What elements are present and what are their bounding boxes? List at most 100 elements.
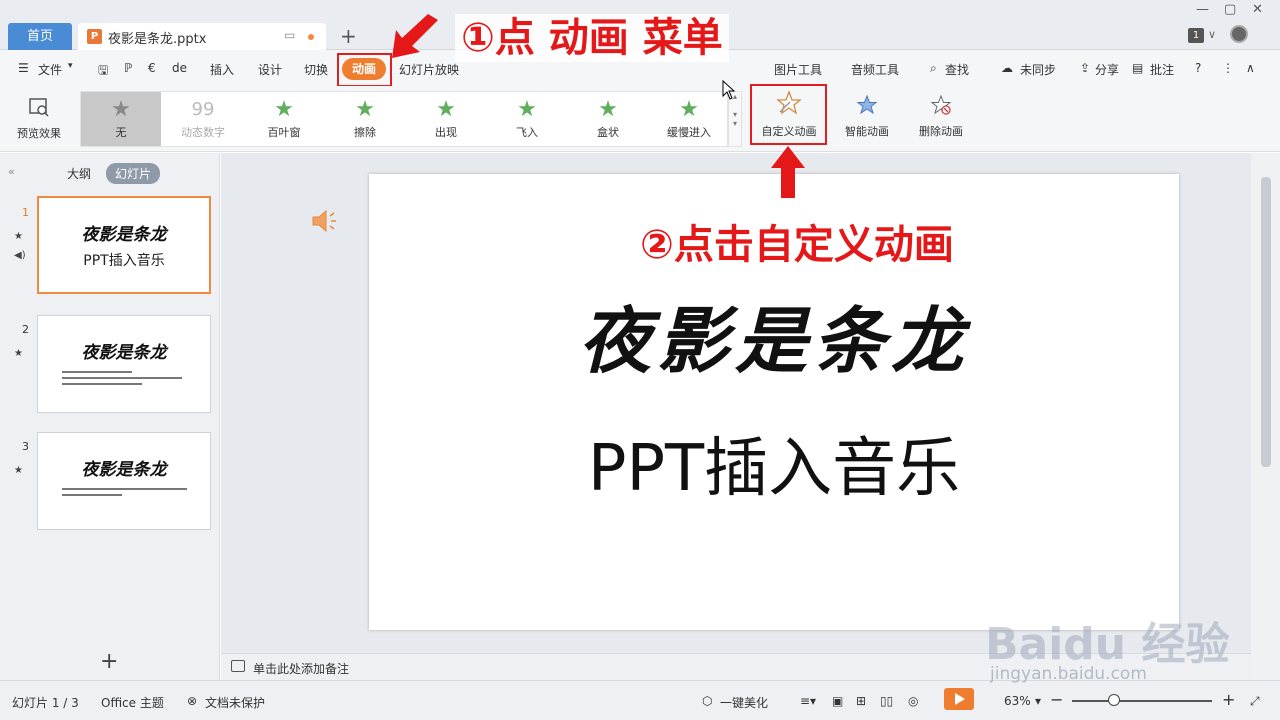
menu-de[interactable]: de [172, 61, 187, 75]
scrollbar-thumb[interactable] [1261, 177, 1271, 467]
gallery-item-box[interactable]: ★ 盒状 [568, 92, 648, 146]
zoom-out-button[interactable]: − [1050, 690, 1063, 709]
share-icon[interactable]: ⇪ [1080, 61, 1090, 75]
thumb-text-line [62, 377, 182, 379]
collapse-panel-icon[interactable]: « [8, 165, 15, 178]
theme-name[interactable]: Office 主题 [101, 694, 164, 711]
minimize-icon[interactable]: — [1196, 2, 1209, 17]
animation-star-icon: ★ [14, 465, 23, 476]
arrow-annotation-2 [771, 146, 805, 198]
animation-star-icon: ★ [14, 348, 23, 359]
thumb-title: 夜影是条龙 [81, 225, 167, 245]
chevron-down-icon[interactable]: ▾ [1035, 694, 1041, 708]
menu-slideshow[interactable]: 幻灯片放映 [399, 61, 459, 78]
more-icon[interactable]: ⋮ [1222, 61, 1234, 75]
gallery-label: 出现 [435, 126, 457, 139]
menu-transition[interactable]: 切换 [304, 61, 328, 78]
avatar[interactable] [1230, 25, 1248, 43]
maximize-icon[interactable]: ▢ [1224, 2, 1236, 17]
presenter-view-icon[interactable]: ◎ [908, 694, 918, 708]
close-icon[interactable]: ✕ [1252, 2, 1263, 17]
monitor-icon[interactable]: ▭ [284, 28, 295, 42]
cloud-sync-icon[interactable]: ☁ [1001, 61, 1013, 75]
menu-insert[interactable]: 插入 [210, 61, 234, 78]
zoom-level[interactable]: 63% [1004, 694, 1031, 708]
slide-thumbnail-1[interactable]: 夜影是条龙 PPT插入音乐 [37, 196, 211, 294]
tab-outline[interactable]: 大纲 [67, 165, 91, 182]
hamburger-icon[interactable]: ☰ [18, 61, 29, 75]
chevron-down-icon[interactable]: ▾ [68, 61, 73, 71]
menu-audio-tools[interactable]: 音频工具 [851, 61, 899, 78]
menu-file[interactable]: 文件 [38, 61, 62, 78]
zoom-slider[interactable] [1072, 700, 1212, 702]
format-painter-icon[interactable]: ℙ [124, 61, 132, 75]
delete-animation-icon [930, 94, 952, 115]
slide-thumbnail-2[interactable]: 夜影是条龙 [37, 315, 211, 413]
fit-window-icon[interactable]: ⤢ [1250, 694, 1260, 709]
thumb-subtitle: PPT插入音乐 [83, 253, 165, 269]
gallery-item-dynamic-number[interactable]: 99 动态数字 [163, 92, 243, 146]
preview-effect-button[interactable]: 预览效果 [10, 96, 68, 141]
arrow-annotation-1 [392, 14, 438, 58]
vertical-scrollbar[interactable] [1251, 153, 1280, 680]
delete-animation-label: 删除动画 [919, 125, 963, 138]
reading-view-icon[interactable]: ▯▯ [880, 694, 893, 708]
play-slideshow-button[interactable] [944, 688, 974, 710]
gallery-item-fly-in[interactable]: ★ 飞入 [487, 92, 567, 146]
undo-icon[interactable]: € [148, 61, 156, 75]
gallery-item-none[interactable]: ★ 无 [81, 92, 161, 146]
star-icon: ★ [517, 97, 537, 122]
add-slide-button[interactable]: + [100, 649, 118, 674]
menu-share[interactable]: 分享 [1095, 61, 1119, 78]
menu-design[interactable]: 设计 [258, 61, 282, 78]
baidu-watermark-url: jingyan.baidu.com [990, 664, 1147, 684]
preview-icon [29, 98, 49, 117]
document-tab[interactable]: P 夜影是条龙.pptx ▭ [78, 23, 326, 50]
tab-slides[interactable]: 幻灯片 [106, 163, 161, 184]
normal-view-icon[interactable]: ▣ [832, 694, 843, 708]
highlight-box-custom-animation [750, 84, 827, 145]
comment-icon[interactable]: ▤ [1132, 61, 1143, 75]
search-icon[interactable]: ⌕ [930, 61, 937, 76]
save-icon[interactable]: 🖫 [98, 61, 108, 82]
delete-animation-button[interactable]: 删除动画 [914, 94, 968, 139]
menu-find[interactable]: 查找 [945, 61, 969, 78]
speaker-icon[interactable] [311, 208, 343, 234]
zoom-slider-handle[interactable] [1108, 694, 1120, 706]
thumb-title: 夜影是条龙 [81, 343, 167, 363]
zoom-in-button[interactable]: + [1222, 690, 1235, 709]
slide-subtitle[interactable]: PPT插入音乐 [369, 417, 1179, 509]
menu-sync[interactable]: 未同步 [1020, 61, 1056, 78]
chevron-down-icon[interactable]: ∨ [1208, 28, 1216, 41]
gallery-item-appear[interactable]: ★ 出现 [406, 92, 486, 146]
slide-info: 幻灯片 1 / 3 [12, 696, 79, 710]
collapse-ribbon-icon[interactable]: ∧ [1246, 61, 1255, 75]
help-icon[interactable]: ? [1195, 61, 1201, 75]
beautify-button[interactable]: 一键美化 [720, 694, 768, 711]
thumb-title: 夜影是条龙 [81, 460, 167, 480]
gallery-item-crawl-in[interactable]: ★ 缓慢进入 [649, 92, 729, 146]
star-icon: ★ [679, 97, 699, 122]
beautify-icon: ⬡ [702, 694, 713, 708]
notes-icon [231, 660, 245, 672]
star-icon: ★ [111, 97, 131, 122]
slide-number: 3 [22, 440, 29, 453]
protect-status[interactable]: 文档未保护 [205, 694, 265, 711]
gallery-item-wipe[interactable]: ★ 擦除 [325, 92, 405, 146]
mouse-cursor-icon [722, 80, 736, 100]
slide-thumbnail-3[interactable]: 夜影是条龙 [37, 432, 211, 530]
annotation-step1: ①点 动画 菜单 [455, 14, 729, 62]
pptx-file-icon: P [87, 29, 102, 44]
home-tab[interactable]: 首页 [8, 23, 72, 50]
slide-sorter-icon[interactable]: ⊞ [856, 694, 866, 708]
account-badge[interactable]: 1 [1188, 28, 1204, 43]
align-icon[interactable]: ≡▾ [800, 694, 816, 708]
unsaved-dot-icon [308, 34, 314, 40]
gallery-item-blinds[interactable]: ★ 百叶窗 [244, 92, 324, 146]
menu-comment[interactable]: 批注 [1150, 61, 1174, 78]
smart-animation-button[interactable]: 智能动画 [836, 94, 898, 139]
new-tab-button[interactable]: + [340, 24, 357, 48]
menu-picture-tools[interactable]: 图片工具 [774, 61, 822, 78]
smart-animation-icon [856, 94, 878, 115]
slide-title[interactable]: 夜影是条龙 [369, 282, 1179, 387]
